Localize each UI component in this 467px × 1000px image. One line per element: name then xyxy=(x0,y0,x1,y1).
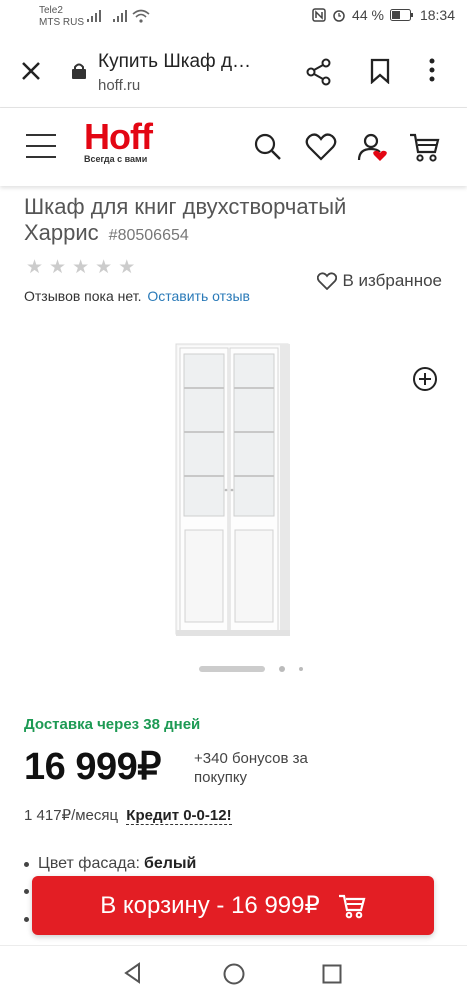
home-icon[interactable] xyxy=(222,962,246,986)
lock-icon xyxy=(72,63,86,79)
bullet xyxy=(24,861,29,867)
attr-value: белый xyxy=(143,855,197,872)
signal-icon xyxy=(113,10,127,22)
reviews-status: Отзывов пока нет. xyxy=(24,288,142,304)
more-vert-icon[interactable] xyxy=(428,57,436,83)
nfc-icon xyxy=(312,8,326,22)
cart-icon[interactable] xyxy=(408,132,440,164)
favorite-label: В избранное xyxy=(342,271,443,290)
search-icon[interactable] xyxy=(253,132,283,162)
leave-review-link[interactable]: Оставить отзыв xyxy=(147,288,250,304)
pagination-dot[interactable] xyxy=(299,667,303,671)
credit-link[interactable]: Кредит 0-0-12! xyxy=(126,807,232,825)
carrier-info: Tele2 MTS RUS xyxy=(39,5,84,29)
heart-outline-icon xyxy=(316,272,337,290)
star-icon: ★ xyxy=(95,257,113,278)
zoom-in-icon[interactable] xyxy=(412,366,438,392)
logo-wordmark: Hoff xyxy=(84,116,153,157)
gallery-pagination xyxy=(199,666,303,672)
share-icon[interactable] xyxy=(305,58,333,86)
price: 16 999₽ xyxy=(24,746,161,788)
pagination-dot[interactable] xyxy=(279,666,285,672)
heart-icon[interactable] xyxy=(305,132,337,162)
attr-row-color: Цвет фасада: белый xyxy=(24,854,196,874)
bullet xyxy=(24,917,29,922)
delivery-info: Доставка через 38 дней xyxy=(24,716,201,733)
bonus-info: +340 бонусов за покупку xyxy=(194,750,308,786)
battery-icon xyxy=(389,9,413,21)
star-icon: ★ xyxy=(49,257,67,278)
pagination-dot-active[interactable] xyxy=(199,666,265,672)
star-icon: ★ xyxy=(72,257,90,278)
menu-icon[interactable] xyxy=(26,134,56,158)
close-icon[interactable] xyxy=(18,58,44,84)
alarm-icon xyxy=(333,10,345,22)
rating-stars[interactable]: ★ ★ ★ ★ ★ xyxy=(26,256,135,279)
page-title[interactable]: Купить Шкаф д… xyxy=(98,51,251,73)
favorite-button[interactable]: В избранное xyxy=(316,271,443,291)
attr-label: Цвет фасада: xyxy=(38,855,140,872)
star-icon: ★ xyxy=(26,257,44,278)
clock: 18:34 xyxy=(419,7,455,23)
product-sku: #80506654 xyxy=(108,227,189,244)
signal-icon xyxy=(87,10,101,22)
back-icon[interactable] xyxy=(122,962,144,984)
wifi-icon xyxy=(132,9,150,23)
star-icon: ★ xyxy=(118,257,136,278)
site-header: Hoff Всегда с вами xyxy=(0,108,467,186)
page-url[interactable]: hoff.ru xyxy=(98,77,140,94)
cart-icon xyxy=(338,894,366,918)
carrier-1: Tele2 xyxy=(39,5,63,16)
status-right: 44 % 18:34 xyxy=(312,7,455,23)
bullet xyxy=(24,889,29,894)
browser-toolbar: Купить Шкаф д… hoff.ru xyxy=(0,34,467,108)
product-title: Шкаф для книг двухстворчатый Харрис #8050… xyxy=(24,194,444,249)
battery-percent: 44 % xyxy=(352,7,384,23)
product-gallery[interactable] xyxy=(0,330,467,690)
reviews-line: Отзывов пока нет. Оставить отзыв xyxy=(24,288,250,304)
carrier-2: MTS RUS xyxy=(39,17,84,28)
product-attributes: Цвет фасада: белый xyxy=(24,854,196,874)
bookmark-icon[interactable] xyxy=(369,58,391,84)
status-bar: Tele2 MTS RUS 44 % 18:34 xyxy=(0,0,467,34)
installment-info: 1 417₽/месяц Кредит 0-0-12! xyxy=(24,806,232,825)
recents-icon[interactable] xyxy=(322,964,342,984)
system-navigation-bar xyxy=(0,945,467,1000)
add-to-cart-label: В корзину - 16 999₽ xyxy=(100,892,320,919)
product-image[interactable] xyxy=(168,340,294,640)
user-icon[interactable] xyxy=(357,132,389,164)
add-to-cart-button[interactable]: В корзину - 16 999₽ xyxy=(32,876,434,935)
hoff-logo[interactable]: Hoff Всегда с вами xyxy=(84,116,160,165)
monthly-payment: 1 417₽/месяц xyxy=(24,807,119,824)
